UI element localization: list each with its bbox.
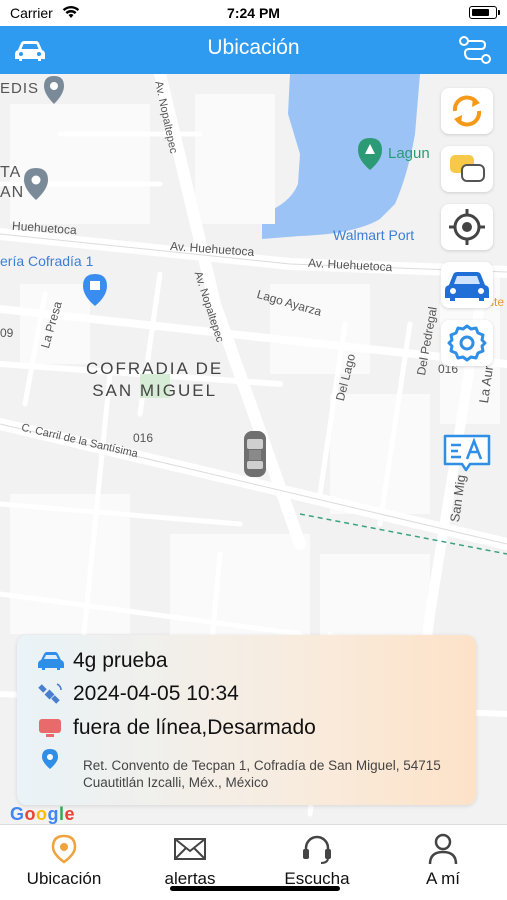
map-label-ta: TA xyxy=(0,164,22,181)
locate-button[interactable] xyxy=(441,204,493,250)
chat-button[interactable] xyxy=(441,146,493,192)
battery-icon xyxy=(469,6,500,19)
route-icon[interactable] xyxy=(457,34,493,66)
device-name: 4g prueba xyxy=(73,649,168,672)
device-address: Ret. Convento de Tecpan 1, Cofradía de S… xyxy=(83,758,441,790)
monitor-status-icon xyxy=(37,716,65,740)
google-logo-letter: o xyxy=(36,804,48,824)
nav-bar: Ubicación xyxy=(0,26,507,74)
battery-fill xyxy=(472,9,489,16)
tab-escucha[interactable]: Escucha xyxy=(257,833,377,889)
clock-time: 7:24 PM xyxy=(227,5,280,21)
refresh-button[interactable] xyxy=(441,88,493,134)
tab-label: A mí xyxy=(425,869,460,888)
google-logo-letter: e xyxy=(64,804,76,824)
map-label-cofradia-1: ería Cofradía 1 xyxy=(0,253,94,269)
location-pin-icon xyxy=(41,747,69,771)
settings-button[interactable] xyxy=(441,320,493,366)
locate-target-icon xyxy=(449,209,485,245)
tab-a-mi[interactable]: A mí xyxy=(383,833,503,889)
map-label-neighborhood: COFRADIA DE SAN MIGUEL xyxy=(86,359,224,400)
device-name-row: 4g prueba xyxy=(37,649,168,673)
google-logo: Google xyxy=(10,804,75,825)
page-title: Ubicación xyxy=(207,36,300,59)
map-label-016-center: 016 xyxy=(133,431,154,445)
car-mode-icon xyxy=(445,272,489,301)
last-update-datetime: 2024-04-05 10:34 xyxy=(73,682,239,705)
map-label-edis: EDIS xyxy=(0,80,40,97)
status-row: fuera de línea,Desarmado xyxy=(37,716,316,740)
datetime-row: 2024-04-05 10:34 xyxy=(37,682,239,706)
vehicle-marker-icon[interactable] xyxy=(240,429,270,479)
location-pin-icon xyxy=(51,834,77,864)
refresh-icon xyxy=(452,95,482,127)
home-indicator xyxy=(170,886,340,891)
map-label-laguna: Lagun xyxy=(388,145,430,162)
translate-icon xyxy=(443,434,491,472)
device-info-card[interactable]: 4g prueba 2024-04-05 10:34 fuera de líne… xyxy=(17,635,476,805)
envelope-icon xyxy=(174,838,206,860)
tab-ubicacion[interactable]: Ubicación xyxy=(4,833,124,889)
map-label-walmart: Walmart Port xyxy=(333,227,415,243)
chat-bubbles-icon xyxy=(450,155,485,182)
tab-alertas[interactable]: alertas xyxy=(130,833,250,889)
map-label-an: AN xyxy=(0,184,25,201)
google-logo-letter: o xyxy=(24,804,37,824)
translate-button[interactable] xyxy=(441,430,493,476)
satellite-icon xyxy=(37,682,65,706)
settings-icon xyxy=(447,324,487,362)
car-mode-button[interactable] xyxy=(441,262,493,308)
headset-icon xyxy=(303,835,331,864)
google-logo-letter: G xyxy=(10,804,25,824)
device-status: fuera de línea,Desarmado xyxy=(73,716,316,739)
car-icon xyxy=(37,649,65,673)
google-logo-letter: g xyxy=(47,804,60,824)
tab-label: Ubicación xyxy=(26,869,102,888)
map-label-09: 09 xyxy=(0,326,14,340)
status-bar: Carrier 7:24 PM xyxy=(0,0,507,26)
person-icon xyxy=(428,833,458,865)
